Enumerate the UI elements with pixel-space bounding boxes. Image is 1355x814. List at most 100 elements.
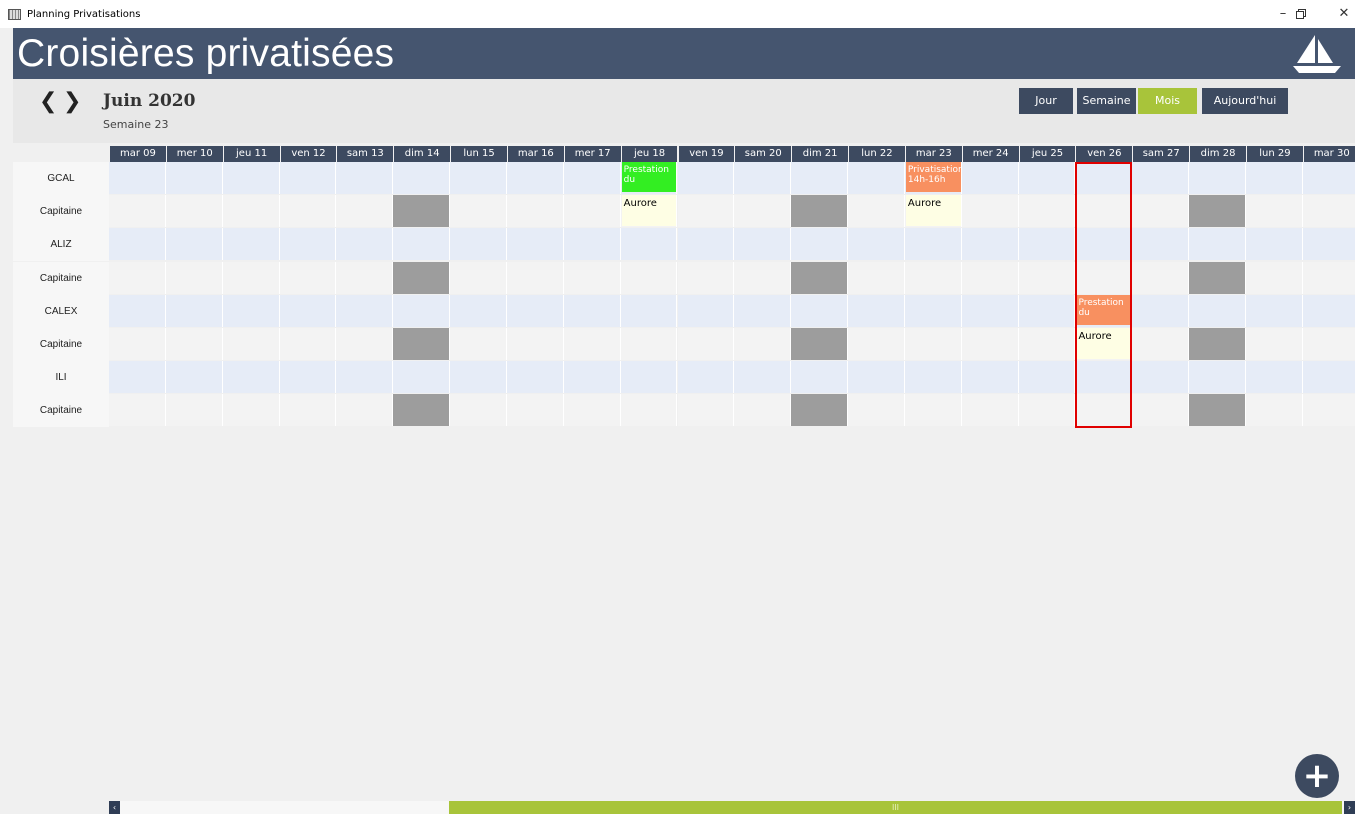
- grid-cell[interactable]: [734, 162, 792, 194]
- grid-cell[interactable]: [393, 162, 451, 194]
- grid-cell[interactable]: [1018, 261, 1076, 294]
- grid-cell[interactable]: [734, 361, 792, 394]
- grid-cell[interactable]: [336, 228, 394, 261]
- grid-cell[interactable]: [848, 394, 905, 427]
- grid-cell[interactable]: [848, 195, 905, 228]
- grid-cell[interactable]: [1189, 162, 1246, 194]
- grid-cell[interactable]: [961, 294, 1019, 327]
- grid-cell[interactable]: [450, 228, 507, 261]
- grid-cell[interactable]: [279, 228, 337, 261]
- view-day-button[interactable]: Jour: [1019, 88, 1073, 114]
- grid-cell[interactable]: [791, 328, 849, 360]
- grid-cell[interactable]: [1132, 394, 1190, 427]
- grid-cell[interactable]: [1302, 261, 1355, 294]
- grid-cell[interactable]: [620, 361, 678, 394]
- grid-cell[interactable]: [1018, 394, 1076, 427]
- grid-cell[interactable]: [165, 394, 223, 427]
- grid-cell[interactable]: [109, 361, 166, 394]
- grid-cell[interactable]: [222, 328, 280, 360]
- scroll-thumb[interactable]: III: [449, 801, 1342, 814]
- today-button[interactable]: Aujourd'hui: [1202, 88, 1288, 114]
- grid-cell[interactable]: [791, 228, 849, 261]
- grid-cell[interactable]: [563, 162, 621, 194]
- grid-cell[interactable]: [222, 228, 280, 261]
- grid-cell[interactable]: [1302, 361, 1355, 394]
- grid-cell[interactable]: [109, 162, 166, 194]
- grid-cell[interactable]: [393, 261, 451, 294]
- grid-cell[interactable]: [620, 228, 678, 261]
- grid-cell[interactable]: [904, 394, 962, 427]
- grid-cell[interactable]: [1246, 361, 1303, 394]
- grid-cell[interactable]: [1018, 328, 1076, 360]
- grid-cell[interactable]: [1018, 294, 1076, 327]
- grid-cell[interactable]: [1018, 162, 1076, 194]
- grid-cell[interactable]: [165, 361, 223, 394]
- grid-cell[interactable]: [1246, 294, 1303, 327]
- grid-cell[interactable]: [1302, 228, 1355, 261]
- grid-cell[interactable]: [848, 361, 905, 394]
- grid-cell[interactable]: [393, 394, 451, 427]
- grid-cell[interactable]: [165, 162, 223, 194]
- grid-cell[interactable]: [165, 261, 223, 294]
- grid-cell[interactable]: [109, 261, 166, 294]
- grid-cell[interactable]: [1132, 195, 1190, 228]
- grid-cell[interactable]: [734, 328, 792, 360]
- grid-cell[interactable]: [904, 261, 962, 294]
- grid-cell[interactable]: [848, 328, 905, 360]
- grid-cell[interactable]: [791, 261, 849, 294]
- grid-cell[interactable]: [563, 328, 621, 360]
- grid-cell[interactable]: [677, 394, 735, 427]
- grid-cell[interactable]: [506, 162, 564, 194]
- grid-cell[interactable]: [961, 394, 1019, 427]
- grid-cell[interactable]: [620, 261, 678, 294]
- grid-cell[interactable]: [563, 394, 621, 427]
- grid-cell[interactable]: [1189, 261, 1246, 294]
- grid-cell[interactable]: [450, 162, 507, 194]
- grid-cell[interactable]: [1018, 195, 1076, 228]
- grid-cell[interactable]: [222, 361, 280, 394]
- grid-cell[interactable]: [393, 228, 451, 261]
- grid-cell[interactable]: [109, 195, 166, 228]
- restore-button[interactable]: [1286, 4, 1316, 24]
- grid-cell[interactable]: [165, 294, 223, 327]
- grid-cell[interactable]: [1246, 261, 1303, 294]
- grid-cell[interactable]: [677, 294, 735, 327]
- grid-cell[interactable]: [620, 328, 678, 360]
- grid-cell[interactable]: [734, 294, 792, 327]
- grid-cell[interactable]: [1302, 394, 1355, 427]
- grid-cell[interactable]: [1302, 195, 1355, 228]
- grid-cell[interactable]: [734, 195, 792, 228]
- grid-cell[interactable]: [109, 394, 166, 427]
- grid-cell[interactable]: [1189, 294, 1246, 327]
- grid-cell[interactable]: [1132, 294, 1190, 327]
- grid-cell[interactable]: [791, 162, 849, 194]
- grid-cell[interactable]: [961, 228, 1019, 261]
- grid-cell[interactable]: [450, 261, 507, 294]
- grid-cell[interactable]: [1132, 261, 1190, 294]
- grid-cell[interactable]: [506, 228, 564, 261]
- grid-cell[interactable]: [393, 195, 451, 228]
- grid-cell[interactable]: [506, 361, 564, 394]
- grid-cell[interactable]: [393, 361, 451, 394]
- grid-cell[interactable]: [961, 261, 1019, 294]
- grid-cell[interactable]: [165, 328, 223, 360]
- grid-cell[interactable]: [279, 361, 337, 394]
- grid-cell[interactable]: [1189, 228, 1246, 261]
- grid-cell[interactable]: [279, 394, 337, 427]
- next-button[interactable]: ❯: [63, 89, 81, 114]
- grid-cell[interactable]: [109, 228, 166, 261]
- close-button[interactable]: ✕: [1329, 4, 1355, 24]
- grid-cell[interactable]: [506, 328, 564, 360]
- grid-cell[interactable]: [279, 162, 337, 194]
- grid-cell[interactable]: [904, 328, 962, 360]
- grid-cell[interactable]: [336, 162, 394, 194]
- grid-cell[interactable]: [1189, 328, 1246, 360]
- grid-cell[interactable]: [450, 294, 507, 327]
- grid-cell[interactable]: [734, 394, 792, 427]
- grid-cell[interactable]: [1189, 394, 1246, 427]
- grid-cell[interactable]: [1189, 361, 1246, 394]
- grid-cell[interactable]: [904, 294, 962, 327]
- grid-cell[interactable]: [677, 228, 735, 261]
- grid-cell[interactable]: [904, 228, 962, 261]
- grid-cell[interactable]: [109, 328, 166, 360]
